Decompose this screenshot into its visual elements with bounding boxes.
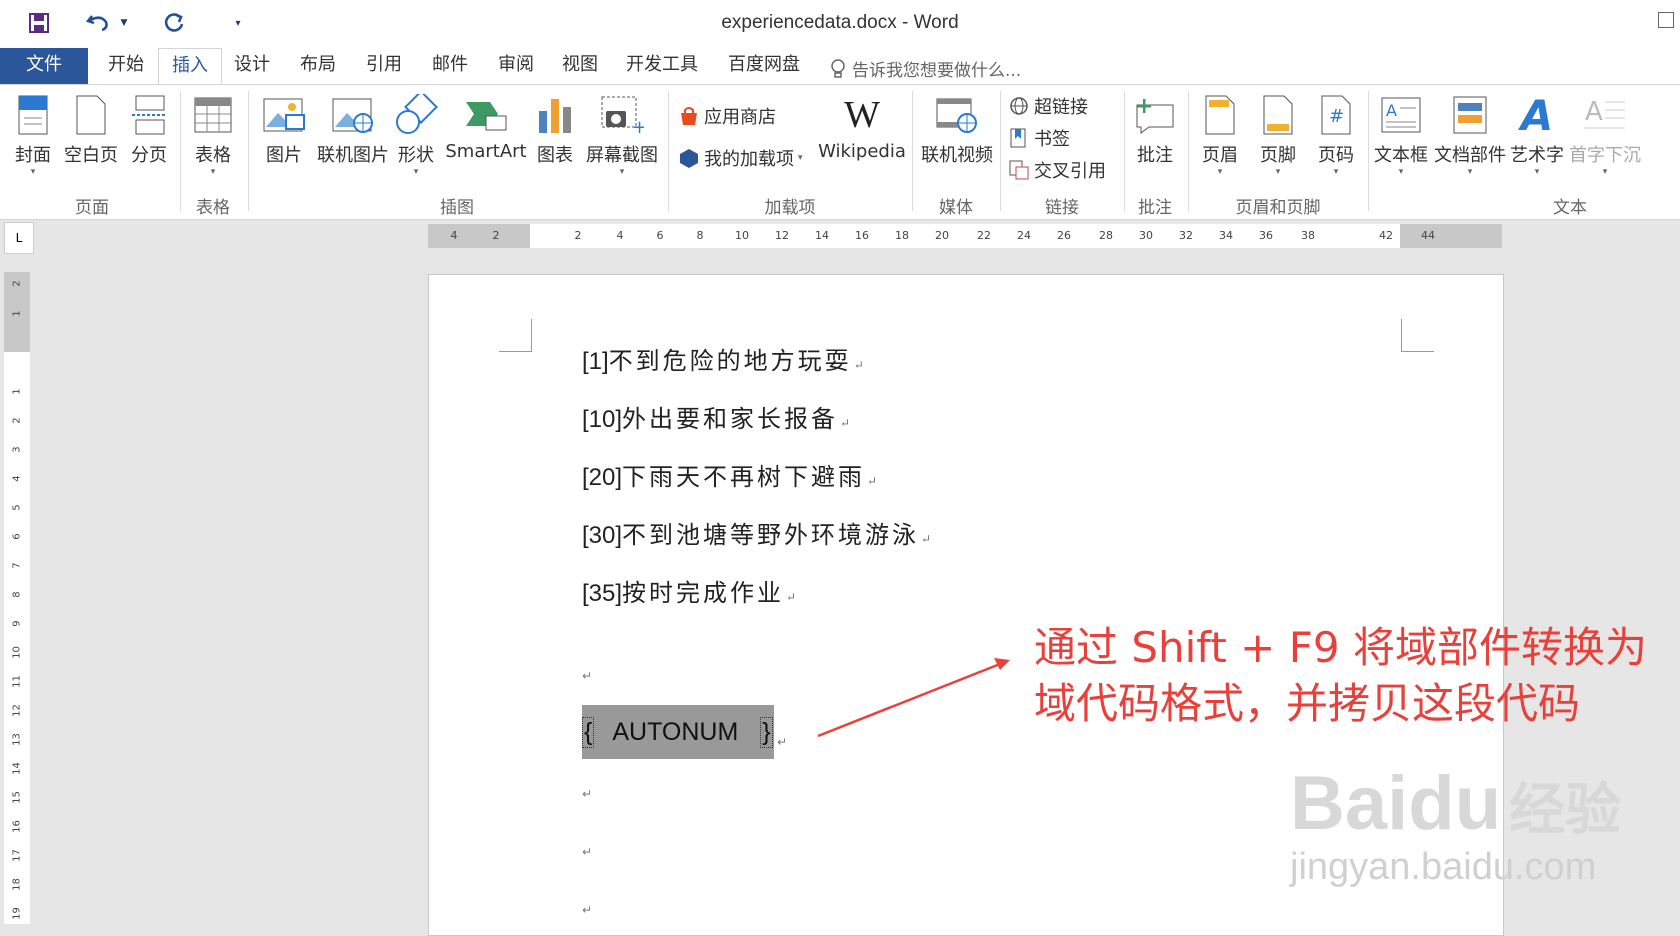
baidu-watermark: Baidu 经验: [1290, 761, 1622, 846]
annotation-line-1: 通过 Shift + F9 将域部件转换为: [1034, 623, 1647, 672]
baidu-watermark-url: jingyan.baidu.com: [1290, 846, 1597, 888]
annotation-callout: 通过 Shift + F9 将域部件转换为 域代码格式，并拷贝这段代码: [1034, 620, 1647, 732]
annotation-line-2: 域代码格式，并拷贝这段代码: [1034, 679, 1581, 728]
